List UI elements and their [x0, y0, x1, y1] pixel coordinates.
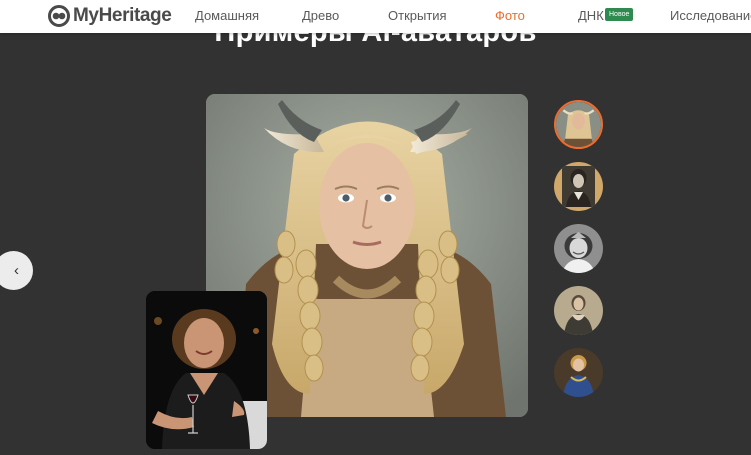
myheritage-logo[interactable]: MyHeritage — [48, 5, 172, 27]
nav-item-home[interactable]: Домашняя — [195, 8, 259, 24]
myheritage-logo-icon — [48, 5, 70, 27]
chevron-left-icon: ‹ — [14, 262, 19, 279]
new-badge: Новое — [605, 8, 634, 21]
logo-text: MyHeritage — [73, 5, 172, 26]
bw-portrait-avatar-thumbnail[interactable] — [554, 224, 603, 273]
viking-avatar-thumbnail[interactable] — [554, 100, 603, 149]
nav-item-photos[interactable]: Фото — [495, 8, 525, 24]
original-photo — [146, 291, 267, 449]
renaissance-avatar-thumbnail[interactable] — [554, 286, 603, 335]
top-navigation: MyHeritage Домашняя Древо Открытия Фото … — [0, 0, 751, 33]
royal-avatar-thumbnail[interactable] — [554, 348, 603, 397]
nav-item-tree[interactable]: Древо — [302, 8, 339, 24]
victorian-avatar-thumbnail[interactable] — [554, 162, 603, 211]
nav-item-discoveries[interactable]: Открытия — [388, 8, 447, 24]
page: Примеры AI-аватаров MyHeritage Домашняя … — [0, 0, 751, 455]
previous-slide-button[interactable]: ‹ — [0, 251, 33, 290]
nav-item-research[interactable]: Исследование — [670, 8, 751, 24]
nav-item-dna[interactable]: ДНК — [578, 8, 604, 24]
